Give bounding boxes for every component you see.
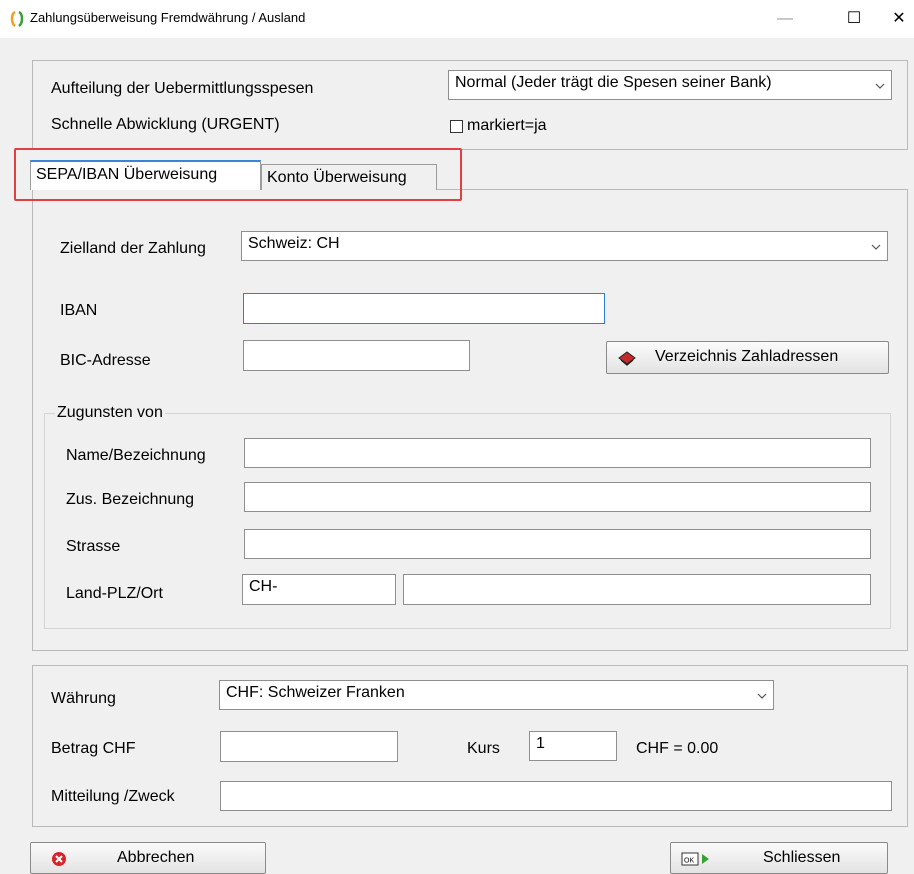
bic-input[interactable] [243,340,470,371]
chevron-down-icon [757,693,767,699]
chevron-down-icon [875,83,885,89]
zielland-select-value: Schweiz: CH [248,235,340,252]
app-logo-icon [10,10,24,27]
bic-label: BIC-Adresse [60,352,151,369]
chevron-down-icon [871,244,881,250]
minimize-button[interactable]: — [770,8,800,32]
close-button[interactable]: OK Schliessen [670,842,888,874]
spesen-select[interactable]: Normal (Jeder trägt die Spesen seiner Ba… [448,70,892,100]
zusbez-label: Zus. Bezeichnung [66,491,195,508]
spesen-select-value: Normal (Jeder trägt die Spesen seiner Ba… [455,74,772,91]
landplz-label: Land-PLZ/Ort [66,585,163,602]
kurs-input[interactable]: 1 [529,731,617,761]
kurs-label: Kurs [467,740,500,757]
window-title: Zahlungsüberweisung Fremdwährung / Ausla… [30,10,306,25]
spesen-label: Aufteilung der Uebermittlungsspesen [51,80,314,97]
betrag-input[interactable] [220,731,398,762]
verzeichnis-button-label: Verzeichnis Zahladressen [655,348,839,365]
name-input[interactable] [244,438,871,468]
svg-text:OK: OK [684,858,694,865]
iban-input[interactable] [243,293,605,324]
chf-result: CHF = 0.00 [636,740,719,757]
urgent-label: Schnelle Abwicklung (URGENT) [51,116,280,133]
maximize-button[interactable]: ☐ [839,8,869,32]
close-window-button[interactable]: ✕ [884,8,914,32]
zielland-label: Zielland der Zahlung [60,240,206,257]
urgent-checkbox-label: markiert=ja [467,117,547,134]
cancel-icon [52,852,66,866]
waehrung-select[interactable]: CHF: Schweizer Franken [219,680,774,710]
mitteilung-input[interactable] [220,781,892,811]
cancel-button[interactable]: Abbrechen [30,842,266,874]
ort-input[interactable] [403,574,871,605]
land-plz-input[interactable]: CH- [242,574,396,605]
ok-arrow-icon: OK [681,852,709,866]
waehrung-label: Währung [51,690,116,707]
address-book-icon [618,351,636,366]
zielland-select[interactable]: Schweiz: CH [241,231,888,261]
waehrung-select-value: CHF: Schweizer Franken [226,684,405,701]
betrag-label: Betrag CHF [51,740,136,757]
iban-label: IBAN [60,302,98,319]
strasse-label: Strasse [66,538,121,555]
zusbez-input[interactable] [244,482,871,512]
mitteilung-label: Mitteilung /Zweck [51,788,175,805]
urgent-checkbox[interactable] [450,120,463,133]
name-label: Name/Bezeichnung [66,447,206,464]
strasse-input[interactable] [244,529,871,559]
close-button-label: Schliessen [763,849,841,866]
zugunsten-label: Zugunsten von [55,404,165,422]
cancel-button-label: Abbrechen [117,849,195,866]
verzeichnis-button[interactable]: Verzeichnis Zahladressen [606,341,889,374]
highlight-box [14,148,462,201]
